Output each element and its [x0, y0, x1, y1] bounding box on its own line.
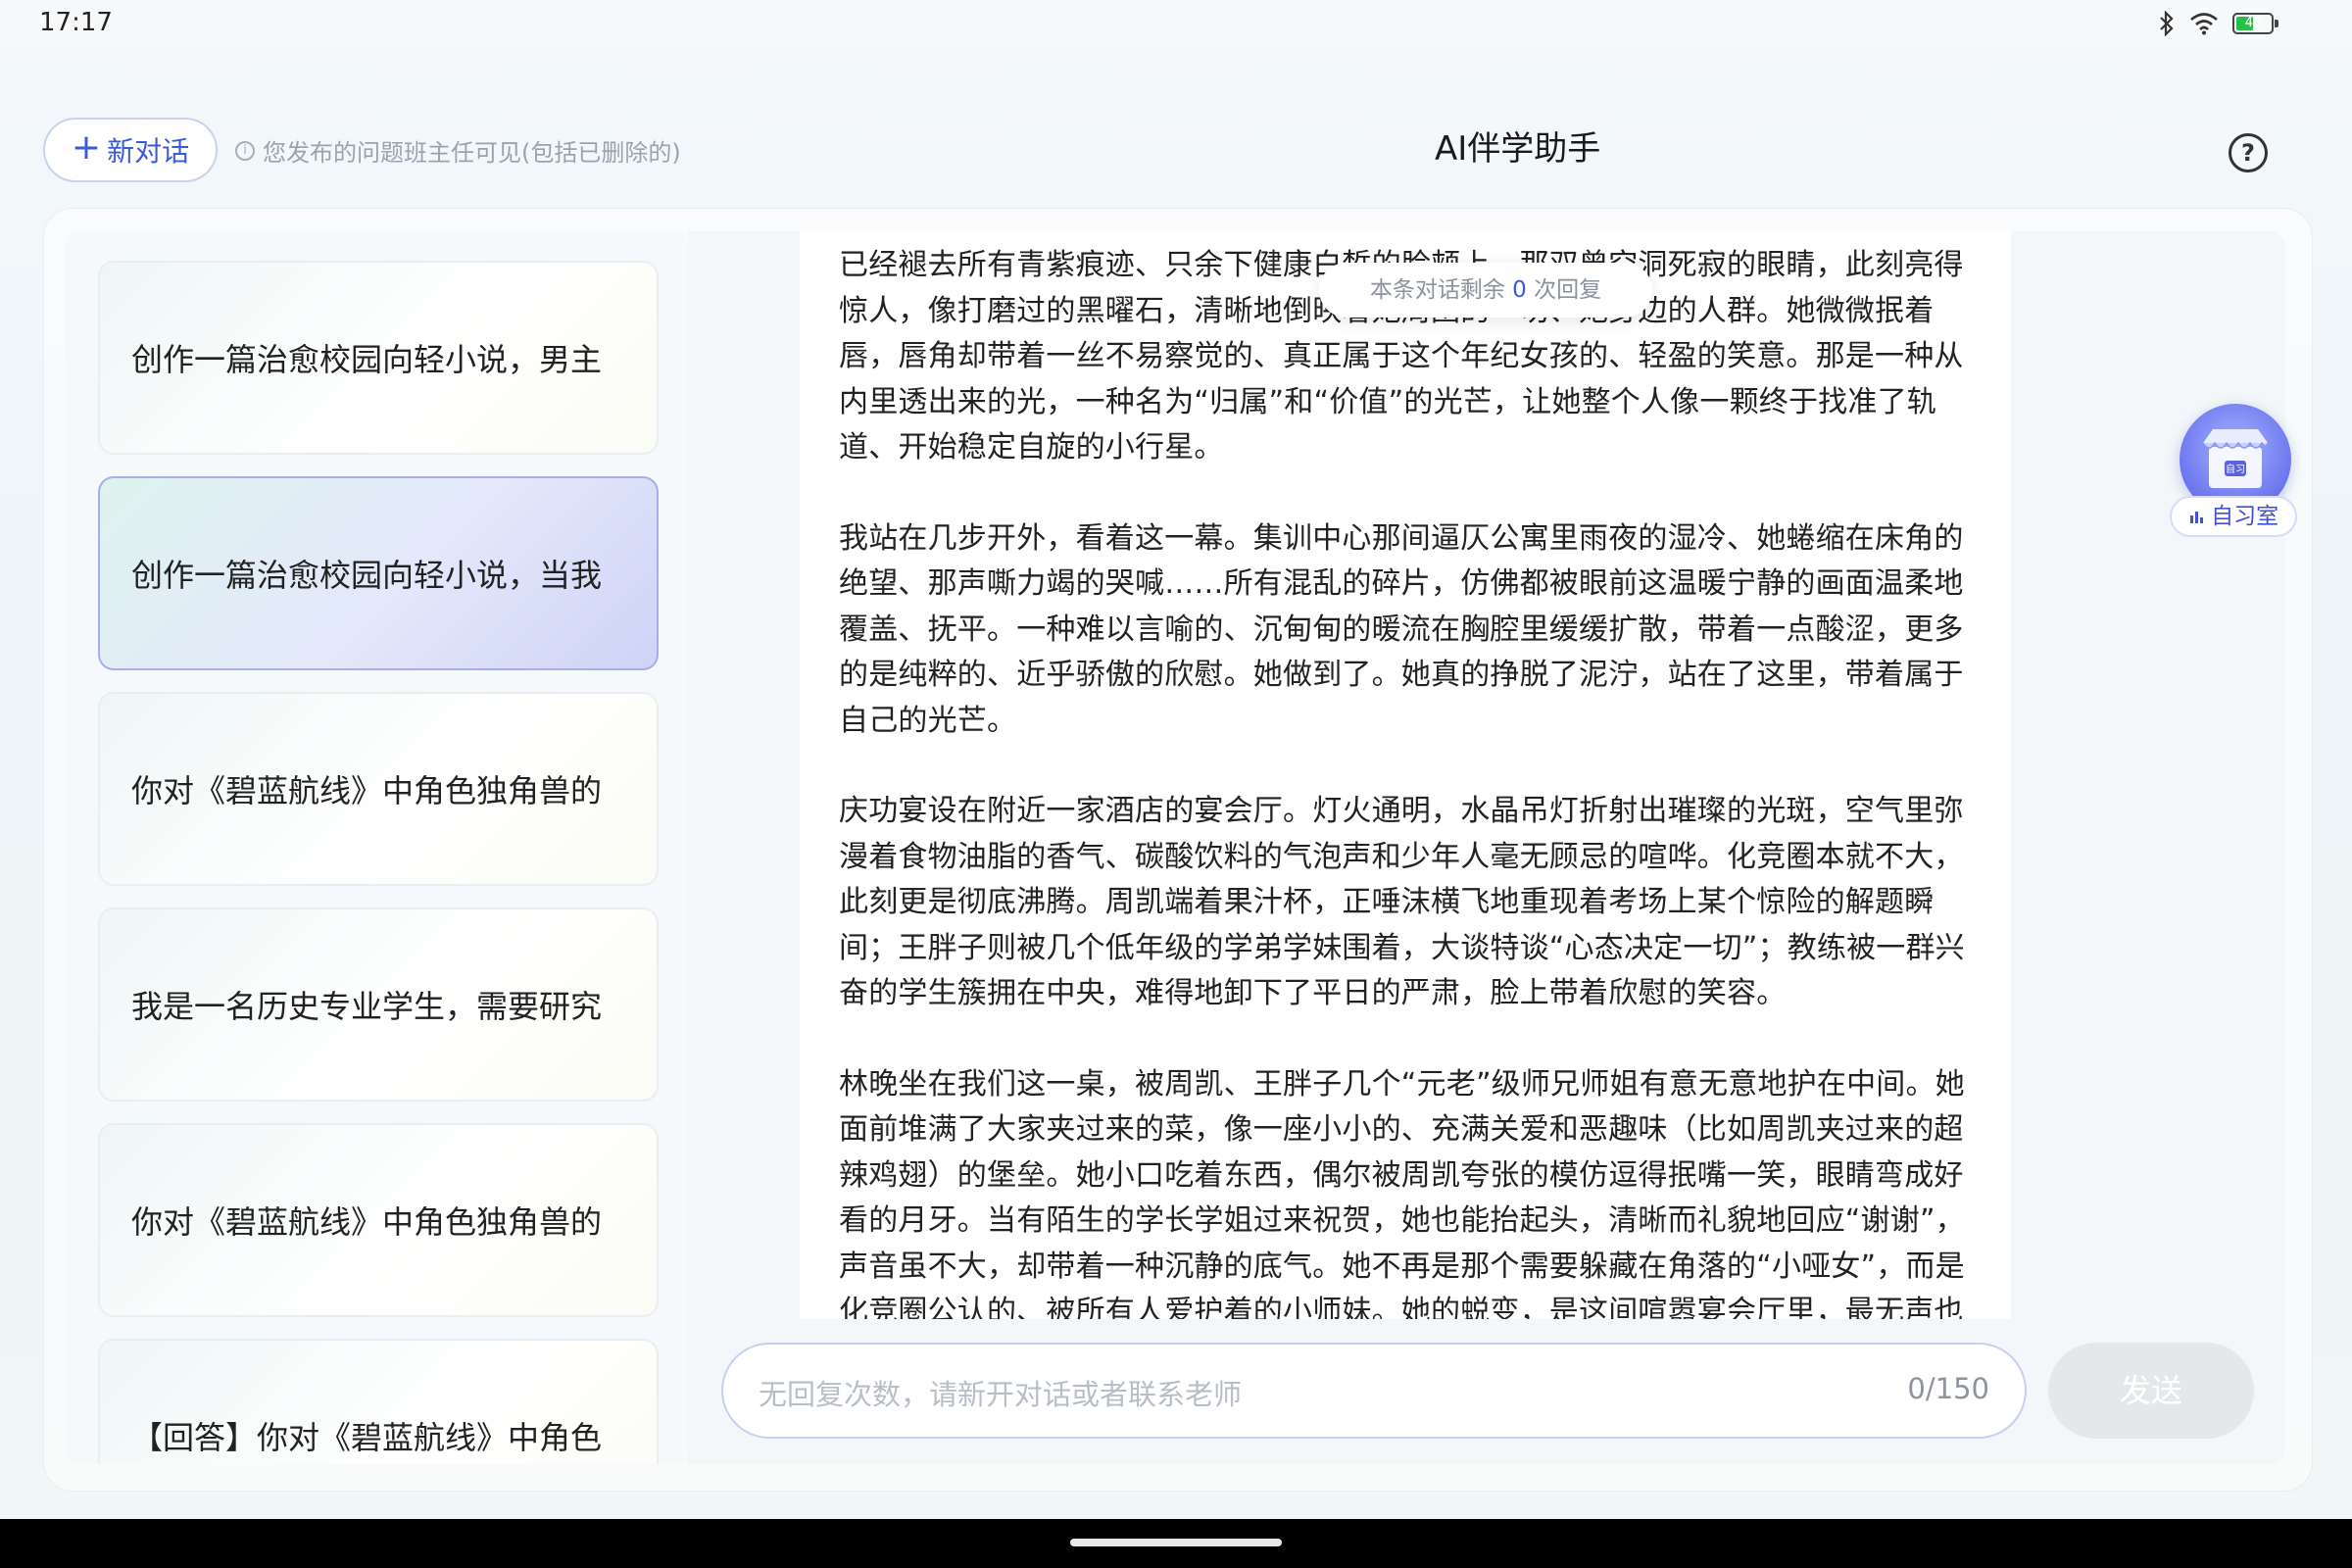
plus-icon: + [71, 127, 102, 168]
history-item-label: 你对《碧蓝航线》中角色独角兽的 [131, 772, 603, 809]
navigation-bar [0, 1519, 2352, 1568]
history-item[interactable]: 我是一名历史专业学生，需要研究 [98, 907, 659, 1102]
new-chat-label: 新对话 [107, 135, 190, 168]
help-icon[interactable]: ? [2229, 133, 2268, 172]
history-item-label: 创作一篇治愈校园向轻小说，男主 [131, 341, 603, 378]
history-item-label: 创作一篇治愈校园向轻小说，当我 [131, 557, 603, 594]
history-item[interactable]: 你对《碧蓝航线》中角色独角兽的 [98, 1123, 659, 1317]
new-chat-button[interactable]: + 新对话 [43, 118, 218, 182]
status-time: 17:17 [39, 8, 113, 37]
send-button[interactable]: 发送 [2048, 1343, 2254, 1439]
history-item[interactable]: 【回答】你对《碧蓝航线》中角色 [98, 1339, 659, 1464]
visibility-notice: i 您发布的问题班主任可见(包括已删除的) [235, 133, 681, 168]
bar-chart-icon [2189, 512, 2203, 523]
study-room-label: 自习室 [2170, 496, 2297, 537]
history-item-label: 【回答】你对《碧蓝航线》中角色 [131, 1419, 603, 1456]
remaining-replies-pill: 本条对话剩余 0 次回复 [1319, 263, 1652, 318]
info-icon: i [235, 140, 255, 161]
remaining-prefix: 本条对话剩余 [1369, 277, 1505, 303]
notice-text: 您发布的问题班主任可见(包括已删除的) [263, 139, 681, 167]
message-input[interactable]: 无回复次数，请新开对话或者联系老师 0/150 [721, 1343, 2027, 1439]
bluetooth-icon [2160, 11, 2174, 36]
wifi-icon [2190, 13, 2218, 35]
study-room-button[interactable]: 自习 自习室 [2170, 404, 2303, 541]
status-bar: 17:17 46 [0, 0, 2352, 47]
battery-level: 46 [2244, 16, 2262, 30]
answer-paragraph: 我站在几步开外，看着这一幕。集训中心那间逼仄公寓里雨夜的湿冷、她蜷缩在床角的绝望… [839, 520, 1964, 738]
study-room-text: 自习室 [2211, 504, 2279, 529]
remaining-suffix: 次回复 [1534, 277, 1602, 303]
chat-content-area: 已经褪去所有青紫痕迹、只余下健康白皙的脸颊上，那双曾空洞死寂的眼睛，此刻亮得惊人… [688, 231, 2285, 1464]
history-item[interactable]: 创作一篇治愈校园向轻小说，男主 [98, 261, 659, 455]
history-item-label: 你对《碧蓝航线》中角色独角兽的 [131, 1203, 603, 1241]
page-title: AI伴学助手 [1435, 129, 1601, 169]
battery-icon: 46 [2232, 13, 2278, 34]
char-counter: 0/150 [1907, 1372, 1989, 1405]
remaining-count: 0 [1512, 277, 1527, 303]
history-item-label: 我是一名历史专业学生，需要研究 [131, 988, 603, 1025]
history-list[interactable]: 创作一篇治愈校园向轻小说，男主 创作一篇治愈校园向轻小说，当我 你对《碧蓝航线》… [65, 231, 690, 1464]
history-item-active[interactable]: 创作一篇治愈校园向轻小说，当我 [98, 476, 659, 670]
home-indicator[interactable] [1070, 1539, 1282, 1546]
input-placeholder: 无回复次数，请新开对话或者联系老师 [759, 1378, 1243, 1411]
study-room-badge: 自习 [2226, 463, 2245, 475]
answer-text[interactable]: 已经褪去所有青紫痕迹、只余下健康白皙的脸颊上，那双曾空洞死寂的眼睛，此刻亮得惊人… [800, 231, 2011, 1319]
answer-paragraph: 庆功宴设在附近一家酒店的宴会厅。灯火通明，水晶吊灯折射出璀璨的光斑，空气里弥漫着… [839, 794, 1965, 1010]
history-item[interactable]: 你对《碧蓝航线》中角色独角兽的 [98, 692, 659, 886]
status-icons: 46 [2158, 10, 2278, 37]
answer-paragraph: 林晚坐在我们这一桌，被周凯、王胖子几个“元老”级师兄师姐有意无意地护在中间。她面… [839, 1066, 1965, 1320]
